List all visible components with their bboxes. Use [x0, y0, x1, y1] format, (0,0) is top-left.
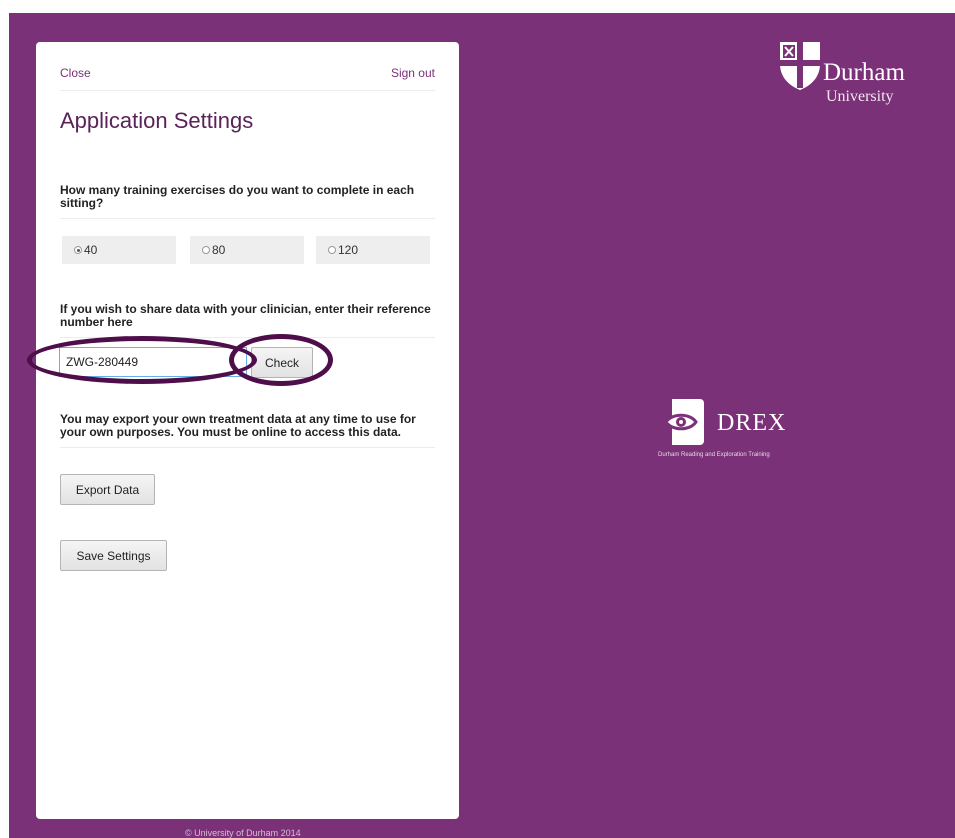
- option-label: 80: [212, 243, 226, 257]
- input-highlight-ring: [27, 336, 257, 384]
- settings-panel: Close Sign out Application Settings How …: [36, 42, 459, 819]
- option-label: 120: [338, 243, 359, 257]
- export-description: You may export your own treatment data a…: [60, 413, 435, 448]
- panel-header: Close Sign out: [60, 60, 435, 91]
- clinician-question: If you wish to share data with your clin…: [60, 303, 435, 338]
- exercises-question: How many training exercises do you want …: [60, 184, 435, 219]
- radio-checked-icon[interactable]: [74, 246, 82, 254]
- exercises-option-120[interactable]: 120: [316, 236, 430, 264]
- save-settings-button[interactable]: Save Settings: [60, 540, 167, 571]
- exercises-option-40[interactable]: 40: [62, 236, 176, 264]
- eye-icon: [658, 399, 698, 445]
- sign-out-link[interactable]: Sign out: [391, 66, 435, 80]
- page-title: Application Settings: [60, 108, 254, 133]
- exercises-option-80[interactable]: 80: [190, 236, 304, 264]
- app-full-name: Durham Reading and Exploration Training: [658, 452, 770, 458]
- radio-unchecked-icon[interactable]: [328, 246, 336, 254]
- option-label: 40: [84, 243, 98, 257]
- app-name: DREX: [717, 410, 787, 436]
- durham-shield-icon: [780, 42, 820, 90]
- close-link[interactable]: Close: [60, 66, 91, 80]
- copyright-footer: © University of Durham 2014: [185, 828, 301, 838]
- drex-logo-box: [658, 399, 704, 445]
- export-data-button[interactable]: Export Data: [60, 474, 155, 505]
- radio-unchecked-icon[interactable]: [202, 246, 210, 254]
- university-name: Durham: [823, 59, 905, 86]
- university-subtitle: University: [826, 88, 894, 105]
- check-highlight-ring: [229, 334, 333, 386]
